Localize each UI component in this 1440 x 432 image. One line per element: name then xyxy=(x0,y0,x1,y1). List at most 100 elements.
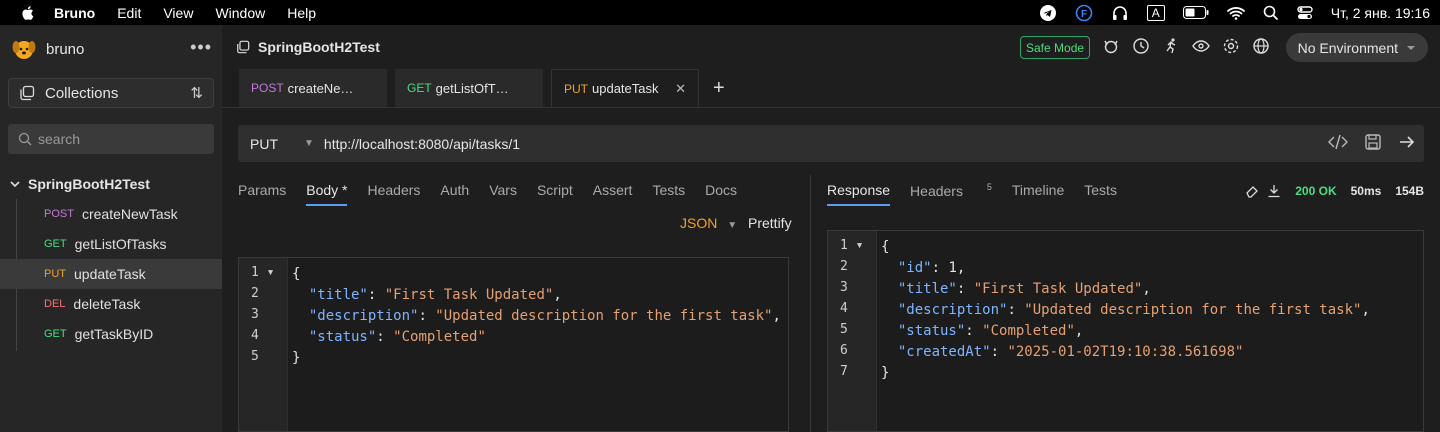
tab-params[interactable]: Params xyxy=(238,182,286,206)
response-time: 50ms xyxy=(1350,184,1382,198)
control-center-icon[interactable] xyxy=(1297,5,1313,21)
sidebar-request-getlistoftasks[interactable]: GET getListOfTasks xyxy=(0,229,222,259)
wifi-icon[interactable] xyxy=(1226,6,1245,20)
tab-docs[interactable]: Docs xyxy=(705,182,737,206)
status-code: 200 OK xyxy=(1295,184,1337,198)
history-clock-icon[interactable] xyxy=(1132,37,1150,55)
sidebar-request-gettaskbyid[interactable]: GET getTaskByID xyxy=(0,319,222,349)
more-options-icon[interactable]: ••• xyxy=(190,37,212,58)
line-gutter xyxy=(239,258,288,431)
environment-label: No Environment xyxy=(1297,39,1398,56)
tab-response-headers[interactable]: Headers 5 xyxy=(910,182,992,206)
method-badge: PUT xyxy=(44,268,66,280)
url-bar: PUT ▼ http://localhost:8080/api/tasks/1 xyxy=(238,125,1424,162)
bruno-dog-logo-icon xyxy=(12,41,36,59)
save-icon[interactable] xyxy=(1364,133,1382,151)
pane-divider[interactable] xyxy=(810,175,811,432)
f-circle-icon[interactable]: F xyxy=(1075,4,1093,22)
menu-view[interactable]: View xyxy=(163,5,193,21)
app-menu-bruno[interactable]: Bruno xyxy=(54,5,95,21)
url-actions xyxy=(1328,133,1416,151)
new-tab-plus-icon[interactable]: + xyxy=(713,69,725,107)
request-body-editor[interactable]: 1 ▾ 2 3 4 5 { "title": "First Task Updat… xyxy=(238,257,789,432)
collection-tree-root[interactable]: SpringBootH2Test xyxy=(10,176,150,192)
dog-icon[interactable] xyxy=(1102,37,1120,55)
sort-icon[interactable]: ⇅ xyxy=(190,84,203,102)
send-arrow-icon[interactable] xyxy=(1398,133,1416,151)
macos-menubar: Bruno Edit View Window Help F A Чт, 2 ян… xyxy=(0,0,1440,25)
line-number: 3 xyxy=(840,280,848,295)
menu-edit[interactable]: Edit xyxy=(117,5,141,21)
tab-label: getListOfT… xyxy=(435,80,509,96)
tab-vars[interactable]: Vars xyxy=(489,182,517,206)
method-badge: DEL xyxy=(44,298,66,310)
collections-button[interactable]: Collections ⇅ xyxy=(8,78,214,108)
collection-title-text: SpringBootH2Test xyxy=(258,39,380,55)
url-input[interactable]: http://localhost:8080/api/tasks/1 xyxy=(324,136,520,152)
spotlight-search-icon[interactable] xyxy=(1263,5,1279,21)
sidebar-request-deletetask[interactable]: DEL deleteTask xyxy=(0,289,222,319)
input-source-icon[interactable]: A xyxy=(1146,4,1165,21)
method-badge: GET xyxy=(44,328,67,340)
http-method-select[interactable]: PUT xyxy=(250,136,278,152)
tab-method: PUT xyxy=(564,81,588,96)
tab-createnewtask[interactable]: POST createNe… xyxy=(239,69,387,107)
tab-timeline[interactable]: Timeline xyxy=(1012,182,1064,206)
line-number: 3 xyxy=(251,307,259,322)
collection-title[interactable]: SpringBootH2Test xyxy=(236,39,380,55)
request-pane-tabs: Params Body * Headers Auth Vars Script A… xyxy=(238,182,757,206)
sidebar-request-updatetask[interactable]: PUT updateTask xyxy=(0,259,222,289)
tab-assert[interactable]: Assert xyxy=(593,182,633,206)
method-caret-icon[interactable]: ▼ xyxy=(304,138,314,149)
collections-label: Collections xyxy=(45,84,119,102)
sidebar-request-createnewtask[interactable]: POST createNewTask xyxy=(0,199,222,229)
settings-gear-icon[interactable] xyxy=(1222,37,1240,55)
safe-mode-toggle[interactable]: Safe Mode xyxy=(1020,36,1091,59)
menubar-clock[interactable]: Чт, 2 янв. 19:16 xyxy=(1331,5,1430,21)
tab-response[interactable]: Response xyxy=(827,182,891,206)
brand-name: bruno xyxy=(46,40,85,58)
eraser-icon[interactable] xyxy=(1245,184,1259,198)
eye-icon[interactable] xyxy=(1192,37,1210,55)
generate-code-icon[interactable] xyxy=(1328,133,1348,151)
runner-icon[interactable] xyxy=(1162,37,1180,55)
collections-icon xyxy=(20,85,35,101)
body-mode-select[interactable]: JSON ▼ xyxy=(680,215,737,231)
collection-name: SpringBootH2Test xyxy=(28,176,150,192)
tab-headers[interactable]: Headers xyxy=(367,182,420,206)
tab-tests[interactable]: Tests xyxy=(652,182,685,206)
close-tab-icon[interactable]: ✕ xyxy=(675,81,686,97)
tab-getlistoftasks[interactable]: GET getListOfT… xyxy=(395,69,543,107)
tab-response-tests[interactable]: Tests xyxy=(1084,182,1117,206)
menu-help[interactable]: Help xyxy=(287,5,316,21)
line-number: 2 xyxy=(251,286,259,301)
request-name: createNewTask xyxy=(81,206,178,222)
request-name: deleteTask xyxy=(73,296,141,312)
telegram-icon[interactable] xyxy=(1039,4,1057,22)
toolbar-icons xyxy=(1102,37,1270,55)
caret-down-icon xyxy=(1407,45,1415,50)
tab-updatetask[interactable]: PUT updateTask ✕ xyxy=(551,69,699,107)
response-pane-tabs: Response Headers 5 Timeline Tests xyxy=(827,182,1137,206)
line-gutter xyxy=(828,231,877,431)
response-size: 154B xyxy=(1395,184,1424,198)
tab-script[interactable]: Script xyxy=(537,182,573,206)
tab-method: GET xyxy=(407,81,432,95)
download-icon[interactable] xyxy=(1267,184,1281,198)
line-number: 1 ▾ xyxy=(251,265,275,280)
menu-window[interactable]: Window xyxy=(215,5,265,21)
tab-body[interactable]: Body * xyxy=(306,182,348,206)
search-input[interactable]: search xyxy=(8,124,214,154)
environment-selector[interactable]: No Environment xyxy=(1285,33,1428,62)
prettify-button[interactable]: Prettify xyxy=(748,215,792,231)
tab-auth[interactable]: Auth xyxy=(440,182,469,206)
collection-icon xyxy=(237,40,250,54)
method-badge: GET xyxy=(44,238,67,250)
request-name: updateTask xyxy=(74,266,146,282)
response-body-viewer[interactable]: 1 ▾ 2 3 4 5 6 7 { "id": 1, "title": "Fir… xyxy=(827,230,1424,432)
battery-icon[interactable] xyxy=(1182,6,1209,19)
line-number: 4 xyxy=(840,301,848,316)
apple-icon[interactable] xyxy=(20,5,34,21)
headphones-icon[interactable] xyxy=(1111,4,1129,22)
globe-icon[interactable] xyxy=(1252,37,1270,55)
